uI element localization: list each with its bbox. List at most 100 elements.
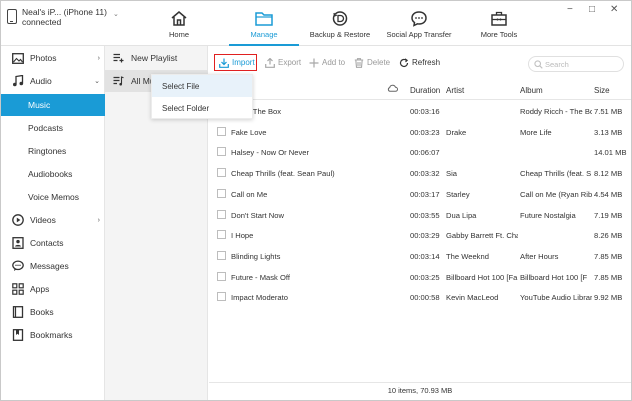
search-placeholder: Search: [545, 59, 569, 69]
nav-social-app-transfer[interactable]: Social App Transfer: [383, 1, 455, 45]
sidebar-label-photos: Photos: [30, 53, 57, 63]
sidebar-item-podcasts[interactable]: Podcasts: [1, 117, 105, 139]
cell-size: 3.13 MB: [594, 127, 623, 137]
table-row[interactable]: Future - Mask Off 00:03:25 Billboard Hot 1…: [209, 267, 631, 288]
table-row[interactable]: I Hope 00:03:29 Gabby Barrett Ft. Cha... 8.…: [209, 225, 631, 246]
nav-manage[interactable]: Manage: [229, 1, 299, 46]
sidebar-item-ringtones[interactable]: Ringtones: [1, 140, 105, 162]
maximize-button[interactable]: □: [589, 5, 595, 15]
add-to-button[interactable]: Add to: [309, 54, 345, 71]
cell-size: 8.26 MB: [594, 231, 623, 241]
sidebar-item-audiobooks[interactable]: Audiobooks: [1, 163, 105, 185]
table-row[interactable]: Don't Start Now 00:03:55 Dua Lipa Future No…: [209, 205, 631, 226]
message-icon: [12, 260, 24, 272]
sidebar-item-books[interactable]: Books: [1, 301, 105, 323]
table-row[interactable]: Cheap Thrills (feat. Sean Paul) 00:03:32 S…: [209, 163, 631, 184]
table-row[interactable]: Halsey - Now Or Never 00:06:07 14.01 MB: [209, 142, 631, 163]
row-checkbox[interactable]: [217, 250, 226, 260]
device-selector[interactable]: Neal's iP... (iPhone 11) connected ⌄: [7, 7, 119, 27]
table-row[interactable]: Fake Love 00:03:23 Drake More Life 3.13 MB: [209, 122, 631, 143]
cell-album: Roddy Ricch - The Box: [520, 107, 592, 116]
chevron-right-icon: ›: [97, 216, 100, 224]
nav-more-tools[interactable]: More Tools: [471, 1, 527, 45]
new-playlist-button[interactable]: New Playlist: [105, 47, 208, 69]
table-row[interactable]: Rich - The Box 00:03:16 Roddy Ricch - The …: [209, 101, 631, 122]
device-status: connected: [22, 17, 62, 27]
search-input[interactable]: Search: [528, 56, 624, 72]
chat-icon: [411, 11, 427, 27]
sidebar-label-audio: Audio: [30, 76, 52, 86]
row-checkbox[interactable]: [217, 230, 226, 240]
apps-icon: [12, 283, 24, 295]
cell-size: 4.54 MB: [594, 189, 623, 199]
sidebar-label-books: Books: [30, 307, 54, 317]
table-row[interactable]: Blinding Lights 00:03:14 The Weeknd After H…: [209, 246, 631, 267]
device-name: Neal's iP... (iPhone 11): [22, 7, 107, 17]
sidebar-item-voice-memos[interactable]: Voice Memos: [1, 186, 105, 208]
sidebar-item-music[interactable]: Music: [1, 94, 105, 116]
cell-duration: 00:06:07: [410, 148, 440, 158]
export-label: Export: [278, 58, 302, 67]
cell-duration: 00:03:25: [410, 272, 440, 282]
row-checkbox[interactable]: [217, 271, 226, 281]
cell-size: 7.85 MB: [594, 272, 623, 282]
nav-backup-label: Backup & Restore: [309, 30, 371, 39]
minimize-button[interactable]: −: [567, 5, 573, 15]
cell-name: Blinding Lights: [231, 251, 281, 261]
table-row[interactable]: Impact Moderato 00:00:58 Kevin MacLeod YouT…: [209, 287, 631, 308]
row-checkbox[interactable]: [217, 188, 226, 198]
cell-name: Fake Love: [231, 127, 267, 137]
column-size[interactable]: Size: [594, 86, 610, 95]
cell-album: Billboard Hot 100 [F: [520, 272, 588, 282]
book-icon: [12, 306, 24, 318]
row-checkbox[interactable]: [217, 168, 226, 178]
sidebar-item-audio[interactable]: Audio ⌄: [1, 70, 105, 92]
cell-artist: The Weeknd: [446, 251, 489, 261]
row-checkbox[interactable]: [217, 147, 226, 157]
menu-item-select-folder[interactable]: Select Folder: [152, 97, 252, 119]
cell-name: Call on Me: [231, 189, 268, 199]
cell-artist: Kevin MacLeod: [446, 293, 499, 303]
icloud-icon: [387, 84, 398, 94]
nav-home[interactable]: Home: [149, 1, 209, 45]
sidebar-item-contacts[interactable]: Contacts: [1, 232, 105, 254]
chevron-down-icon[interactable]: ⌄: [113, 10, 119, 18]
row-checkbox[interactable]: [217, 209, 226, 219]
sidebar-item-photos[interactable]: Photos ›: [1, 47, 105, 69]
sidebar-item-apps[interactable]: Apps: [1, 278, 105, 300]
column-artist[interactable]: Artist: [446, 86, 464, 95]
table-row[interactable]: Call on Me 00:03:17 Starley Call on Me (Rya…: [209, 184, 631, 205]
delete-label: Delete: [367, 58, 391, 67]
cell-name: Future - Mask Off: [231, 272, 290, 282]
sidebar-item-videos[interactable]: Videos ›: [1, 209, 105, 231]
refresh-button[interactable]: Refresh: [399, 54, 440, 71]
folder-icon: [255, 12, 273, 26]
nav-backup-restore[interactable]: Backup & Restore: [306, 1, 374, 45]
delete-button[interactable]: Delete: [354, 54, 390, 71]
column-duration[interactable]: Duration: [410, 86, 440, 95]
import-button[interactable]: Import: [214, 54, 257, 71]
app-window: Neal's iP... (iPhone 11) connected ⌄ Hom…: [0, 0, 632, 401]
cell-duration: 00:03:55: [410, 210, 440, 220]
close-button[interactable]: ✕: [610, 5, 618, 15]
cell-name: Rich - The Box: [231, 107, 282, 116]
cell-duration: 00:03:32: [410, 169, 440, 179]
export-button[interactable]: Export: [265, 54, 301, 71]
row-checkbox[interactable]: [217, 126, 226, 136]
cell-album: Future Nostalgia: [520, 210, 576, 220]
cell-duration: 00:03:23: [410, 127, 440, 137]
cell-duration: 00:00:58: [410, 293, 440, 303]
cell-album: YouTube Audio Library: [520, 293, 592, 303]
row-checkbox[interactable]: [217, 292, 226, 302]
cell-duration: 00:03:17: [410, 189, 440, 199]
sidebar-label-videos: Videos: [30, 215, 56, 225]
import-icon: [219, 58, 229, 68]
cell-name: I Hope: [231, 231, 254, 241]
menu-item-select-file[interactable]: Select File: [152, 75, 252, 97]
sidebar-item-messages[interactable]: Messages: [1, 255, 105, 277]
column-album[interactable]: Album: [520, 86, 543, 95]
sidebar-label-contacts: Contacts: [30, 238, 64, 248]
sidebar-item-bookmarks[interactable]: Bookmarks: [1, 324, 105, 346]
toolbox-icon: [491, 11, 507, 26]
status-summary: 10 items, 70.93 MB: [209, 382, 631, 400]
